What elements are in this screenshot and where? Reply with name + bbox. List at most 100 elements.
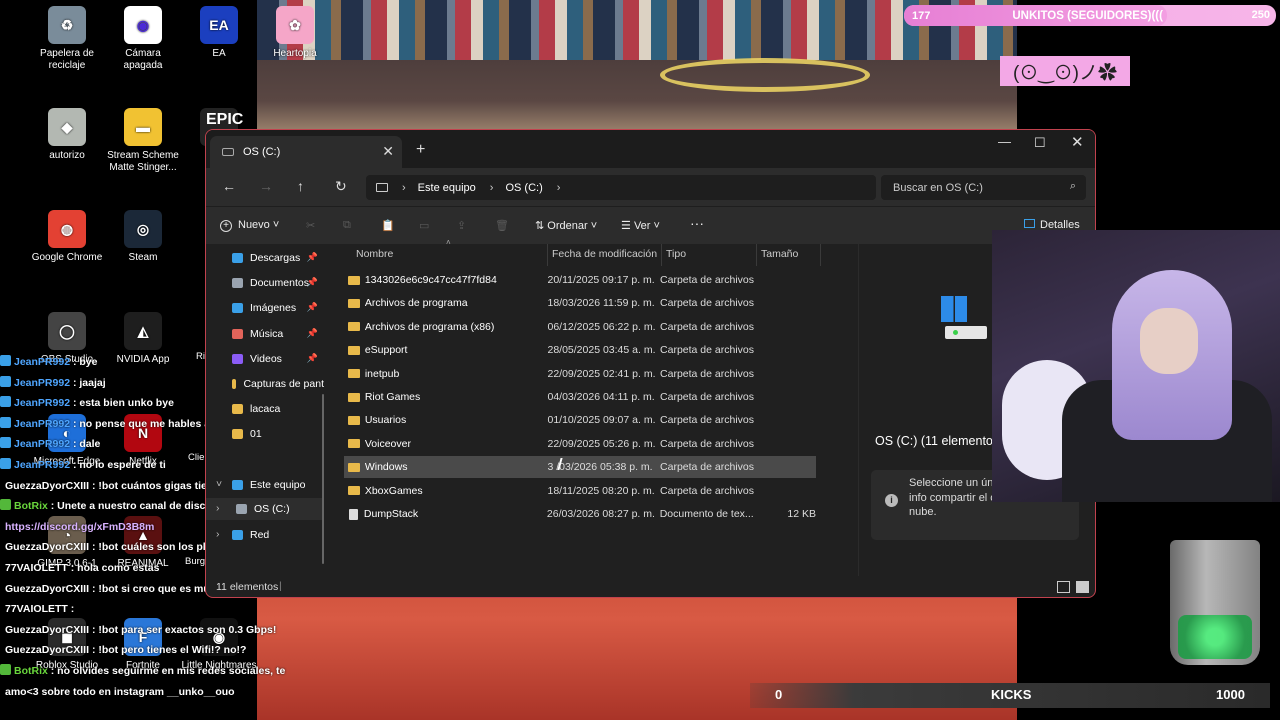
minimize-icon[interactable]: —: [998, 134, 1011, 149]
column-header-type[interactable]: Tipo: [666, 248, 686, 268]
chat-username[interactable]: BotRix: [14, 665, 48, 677]
column-header-name[interactable]: Nombre: [356, 248, 393, 268]
chat-username[interactable]: GuezzaDyorCXIII: [5, 624, 89, 636]
desktop-icon-steam[interactable]: ◎ Steam: [105, 210, 181, 264]
column-separator[interactable]: [756, 244, 757, 266]
nav-item[interactable]: Descargas 📌: [206, 247, 324, 269]
file-row[interactable]: Usuarios 01/10/2025 09:07 a. m. Carpeta de…: [344, 409, 816, 431]
close-window-icon[interactable]: ✕: [1071, 133, 1084, 151]
expand-chevron-icon[interactable]: ›: [216, 528, 220, 540]
chat-username[interactable]: GuezzaDyorCXIII: [5, 480, 89, 492]
rename-icon[interactable]: ▭: [419, 219, 429, 232]
desktop-icon-google-chrome[interactable]: ◍ Google Chrome: [29, 210, 105, 264]
file-row[interactable]: Riot Games 04/03/2026 04:11 p. m. Carpeta …: [344, 386, 816, 408]
nav-item[interactable]: lacaca: [206, 398, 324, 420]
nav-item-icon: [232, 429, 243, 439]
file-row[interactable]: 1343026e6c9c47cc47f7fd84 20/11/2025 09:17…: [344, 269, 816, 291]
view-button[interactable]: ☰ Ver ˅: [621, 219, 660, 232]
chat-username[interactable]: JeanPR992: [14, 397, 70, 409]
close-tab-icon[interactable]: ✕: [382, 143, 394, 160]
steam-icon: ◎: [124, 210, 162, 248]
back-icon[interactable]: ←: [222, 178, 236, 194]
desktop-icon-c-mara-apagada[interactable]: ◉ Cámara apagada: [105, 6, 181, 72]
chat-username[interactable]: GuezzaDyorCXIII: [5, 541, 89, 553]
desktop-icon-autorizo[interactable]: ◆ autorizo: [29, 108, 105, 162]
drive-preview-icon: [941, 296, 987, 340]
desktop-icon-papelera-de-reciclaje[interactable]: ♻ Papelera de reciclaje: [29, 6, 105, 72]
nav-scrollbar[interactable]: [322, 394, 324, 564]
chat-text: https://discord.gg/xFmD3B8m: [5, 520, 155, 533]
search-placeholder: Buscar en OS (C:): [893, 181, 983, 194]
more-options-icon[interactable]: ···: [690, 215, 704, 231]
nav-item[interactable]: Red ›: [206, 524, 324, 546]
file-row[interactable]: XboxGames 18/11/2025 08:20 p. m. Carpeta d…: [344, 480, 816, 502]
file-row[interactable]: DumpStack 26/03/2026 08:27 p. m. Documento…: [344, 503, 816, 525]
delete-icon[interactable]: 🗑: [495, 219, 509, 232]
image-file-icon: ◆: [48, 108, 86, 146]
column-header-date[interactable]: Fecha de modificación: [552, 248, 657, 268]
up-icon[interactable]: ↑: [297, 178, 304, 194]
desktop-icon-label: Papelera de reciclaje: [40, 48, 94, 71]
column-separator[interactable]: [547, 244, 548, 266]
desktop-icon-heartopia[interactable]: ✿ Heartopia: [257, 6, 333, 60]
file-date: 26/03/2026 08:27 p. m.: [546, 508, 655, 520]
expand-chevron-icon[interactable]: ›: [216, 502, 220, 514]
nav-item[interactable]: Capturas de pant: [206, 373, 324, 395]
nav-item-icon: [232, 480, 243, 490]
column-separator[interactable]: [661, 244, 662, 266]
nav-item[interactable]: Imágenes 📌: [206, 297, 324, 319]
tab-os-c[interactable]: OS (C:) ✕: [210, 136, 402, 168]
nav-item[interactable]: Videos 📌: [206, 348, 324, 370]
nav-item-icon: [232, 253, 243, 263]
chat-username[interactable]: GuezzaDyorCXIII: [5, 644, 89, 656]
cut-icon[interactable]: ✂: [306, 219, 315, 232]
chat-message: 77VAIOLETT :: [0, 599, 330, 620]
copy-icon[interactable]: ⧉: [343, 219, 351, 232]
sort-label: Ordenar: [547, 220, 588, 232]
column-separator[interactable]: [820, 244, 821, 266]
chat-badge-icon: [0, 375, 11, 387]
share-icon[interactable]: ⇪: [457, 219, 466, 232]
file-row[interactable]: Archivos de programa 18/03/2026 11:59 p. …: [344, 292, 816, 314]
chat-username[interactable]: JeanPR992: [14, 418, 70, 430]
nav-item[interactable]: OS (C:) ›: [206, 498, 324, 520]
chat-username[interactable]: 77VAIOLETT: [5, 603, 68, 615]
nav-item-label: 01: [250, 428, 262, 440]
sort-button[interactable]: ⇅ Ordenar ˅: [535, 219, 597, 232]
tiles-view-icon[interactable]: [1076, 581, 1089, 593]
pin-icon: 📌: [306, 302, 318, 312]
breadcrumb-este-equipo[interactable]: Este equipo: [418, 182, 476, 194]
details-view-icon[interactable]: [1057, 581, 1070, 593]
nav-item[interactable]: Documentos 📌: [206, 272, 324, 294]
refresh-icon[interactable]: ↻: [335, 178, 347, 195]
file-row[interactable]: eSupport 28/05/2025 03:45 a. m. Carpeta de…: [344, 339, 816, 361]
desktop-icon-stream-scheme-matte-stinger-[interactable]: ▬ Stream Scheme Matte Stinger...: [105, 108, 181, 174]
address-bar[interactable]: › Este equipo › OS (C:) ›: [366, 175, 876, 200]
new-tab-icon[interactable]: +: [416, 141, 425, 159]
forward-icon[interactable]: →: [259, 178, 273, 194]
chat-username[interactable]: JeanPR992: [14, 459, 70, 471]
search-input[interactable]: Buscar en OS (C:) ⌕: [881, 175, 1086, 200]
chat-username[interactable]: JeanPR992: [14, 356, 70, 368]
file-row[interactable]: Voiceover 22/09/2025 05:26 p. m. Carpeta d…: [344, 433, 816, 455]
desktop-icon-ea[interactable]: EA EA: [181, 6, 257, 60]
nav-item[interactable]: 01: [206, 423, 324, 445]
chat-username[interactable]: BotRix: [14, 500, 48, 512]
chat-username[interactable]: JeanPR992: [14, 438, 70, 450]
file-row[interactable]: inetpub 22/09/2025 02:41 p. m. Carpeta de …: [344, 363, 816, 385]
paste-icon[interactable]: 📋: [381, 219, 395, 232]
file-date: 04/03/2026 04:11 p. m.: [547, 391, 655, 403]
file-row[interactable]: Windows 3 /03/2026 05:38 p. m. Carpeta de …: [344, 456, 816, 479]
chat-username[interactable]: GuezzaDyorCXIII: [5, 583, 89, 595]
column-header-size[interactable]: Tamaño: [761, 248, 798, 268]
nav-item[interactable]: Este equipo ˅: [206, 474, 324, 496]
expand-chevron-icon[interactable]: ˅: [216, 478, 222, 490]
chat-username[interactable]: JeanPR992: [14, 377, 70, 389]
maximize-icon[interactable]: ☐: [1034, 135, 1046, 151]
nav-item-label: Música: [250, 328, 284, 340]
nav-item[interactable]: Música 📌: [206, 323, 324, 345]
breadcrumb-os-c[interactable]: OS (C:): [505, 182, 542, 194]
chat-username[interactable]: 77VAIOLETT: [5, 562, 68, 574]
file-row[interactable]: Archivos de programa (x86) 06/12/2025 06:…: [344, 316, 816, 338]
new-button[interactable]: + Nuevo ˅: [220, 219, 279, 232]
